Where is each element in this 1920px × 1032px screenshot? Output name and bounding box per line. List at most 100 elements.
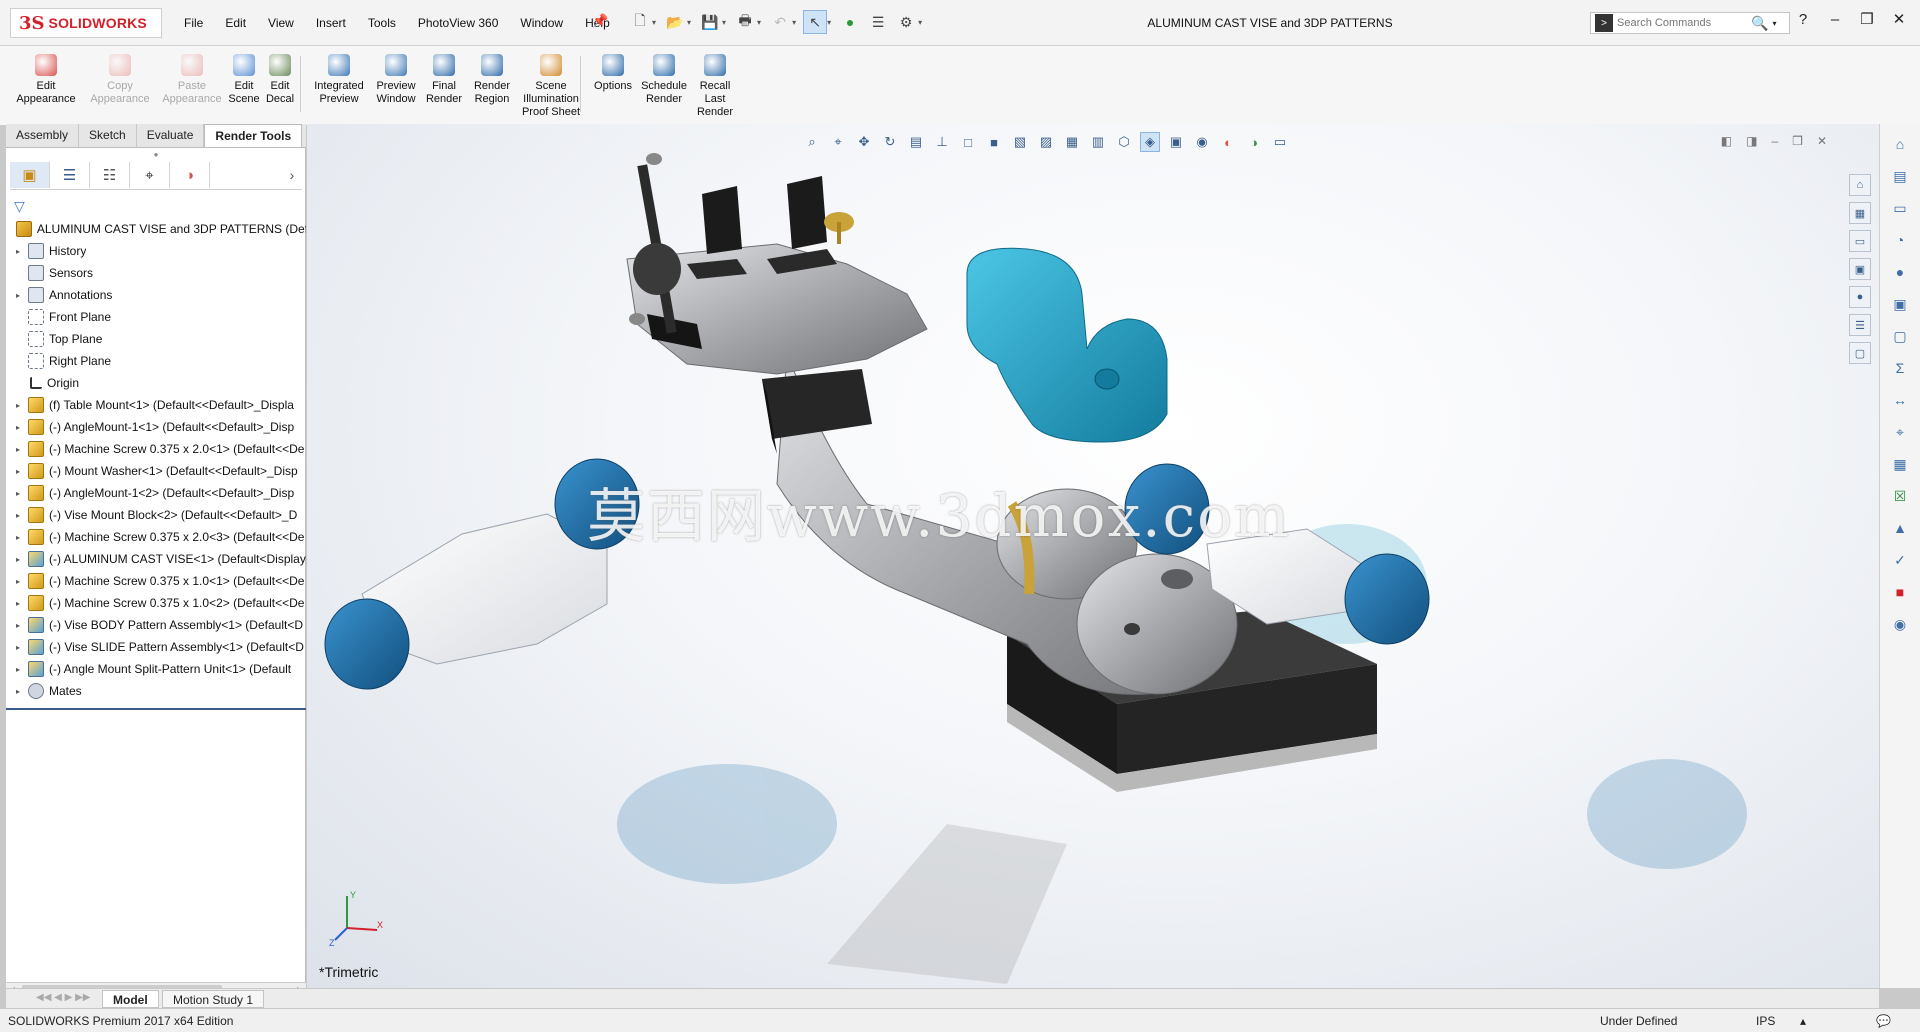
close-button[interactable]: ✕ [1888, 10, 1910, 28]
expand-arrow-icon[interactable]: ▸ [12, 511, 24, 520]
check-icon[interactable]: ✓ [1888, 548, 1912, 572]
design-library-icon[interactable]: ▤ [1888, 164, 1912, 188]
view-front-icon[interactable]: □ [958, 132, 978, 152]
forum-icon[interactable]: ▢ [1888, 324, 1912, 348]
expand-arrow-icon[interactable]: ▸ [12, 621, 24, 630]
configuration-manager-tab-icon[interactable]: ☷ [90, 162, 130, 188]
expand-arrow-icon[interactable]: ▸ [12, 643, 24, 652]
search-input[interactable] [1617, 17, 1747, 29]
viewport-close-icon[interactable]: ✕ [1817, 134, 1827, 148]
tree-item[interactable]: ▸ (-) AngleMount-1<1> (Default<<Default>_… [6, 416, 306, 438]
excel-icon[interactable]: ☒ [1888, 484, 1912, 508]
apply-scene-icon[interactable]: ◑ [1244, 132, 1264, 152]
help-icon[interactable]: ? [1792, 11, 1814, 28]
minimize-button[interactable]: – [1824, 11, 1846, 28]
chevron-right-icon[interactable]: › [282, 162, 302, 189]
rebuild-icon[interactable]: ● [838, 10, 862, 34]
options-dropdown-icon[interactable]: ▾ [918, 18, 922, 27]
expand-arrow-icon[interactable]: ▸ [12, 687, 24, 696]
new-document-icon[interactable]: 🗋 [628, 10, 652, 34]
hide-show-items-icon[interactable]: ◉ [1192, 132, 1212, 152]
view-isometric-icon[interactable]: ⬡ [1114, 132, 1134, 152]
chat-icon[interactable]: ▢ [1849, 342, 1871, 364]
view-palette-icon[interactable]: ◔ [1888, 228, 1912, 252]
home-view-icon[interactable]: ⌂ [1849, 174, 1871, 196]
menu-insert[interactable]: Insert [312, 14, 350, 32]
previous-view-icon[interactable]: ▤ [906, 132, 926, 152]
tree-item[interactable]: ▸ (-) Vise SLIDE Pattern Assembly<1> (Def… [6, 636, 306, 658]
save-dropdown-icon[interactable]: ▾ [722, 18, 726, 27]
search-icon[interactable]: 🔍 [1751, 15, 1768, 32]
undo-icon[interactable]: ↶ [768, 10, 792, 34]
tree-item[interactable]: ▸ History [6, 240, 306, 262]
restore-button[interactable]: ❒ [1856, 10, 1878, 28]
dimxpert-tab-icon[interactable]: ⌖ [130, 162, 170, 188]
help-circle-icon[interactable]: ◉ [1888, 612, 1912, 636]
tree-item[interactable]: ▸ Annotations [6, 284, 306, 306]
select-cursor-icon[interactable]: ↖ [803, 10, 828, 34]
viewport-minimize-icon[interactable]: – [1771, 134, 1778, 148]
tree-item[interactable]: ▸ (-) Machine Screw 0.375 x 1.0<1> (Defau… [6, 570, 306, 592]
split-left-icon[interactable]: ◧ [1721, 134, 1732, 148]
command-integrated-preview[interactable]: Integrated Preview [310, 54, 368, 106]
options-gear-icon[interactable]: ⚙ [894, 10, 918, 34]
open-folder-icon[interactable]: 📂 [663, 10, 687, 34]
file-explorer-icon[interactable]: ▭ [1888, 196, 1912, 220]
command-preview-window[interactable]: Preview Window [370, 54, 422, 106]
select-dropdown-icon[interactable]: ▾ [827, 18, 831, 27]
display-style-icon[interactable]: ▣ [1166, 132, 1186, 152]
view-right-icon[interactable]: ▨ [1036, 132, 1056, 152]
tree-item[interactable]: Top Plane [6, 328, 306, 350]
edit-appearance-icon[interactable]: ◐ [1218, 132, 1238, 152]
split-right-icon[interactable]: ◨ [1746, 134, 1757, 148]
tree-item[interactable]: ▸ (f) Table Mount<1> (Default<<Default>_D… [6, 394, 306, 416]
command-final-render[interactable]: Final Render [424, 54, 464, 106]
simulation-icon[interactable]: ▲ [1888, 516, 1912, 540]
feature-manager-tab-icon[interactable]: ▣ [10, 162, 50, 188]
menu-edit[interactable]: Edit [221, 14, 250, 32]
folder-view-icon[interactable]: ▭ [1849, 230, 1871, 252]
measure-icon[interactable]: ⌖ [1888, 420, 1912, 444]
expand-arrow-icon[interactable]: ▸ [12, 247, 24, 256]
expand-arrow-icon[interactable]: ▸ [12, 445, 24, 454]
rotate-view-icon[interactable]: ↻ [880, 132, 900, 152]
solidworks-resources-icon[interactable]: ⌂ [1888, 132, 1912, 156]
tree-item[interactable]: ▸ (-) Machine Screw 0.375 x 1.0<2> (Defau… [6, 592, 306, 614]
image-icon[interactable]: ▣ [1849, 258, 1871, 280]
view-left-icon[interactable]: ▧ [1010, 132, 1030, 152]
flow-icon[interactable]: ↔ [1888, 388, 1912, 412]
properties-list-icon[interactable]: ☰ [1849, 314, 1871, 336]
menu-tools[interactable]: Tools [364, 14, 400, 32]
command-edit-scene[interactable]: Edit Scene [226, 54, 262, 106]
unit-system[interactable]: IPS [1756, 1014, 1775, 1028]
menu-photoview[interactable]: PhotoView 360 [414, 14, 503, 32]
tree-item[interactable]: Front Plane [6, 306, 306, 328]
expand-arrow-icon[interactable]: ▸ [12, 665, 24, 674]
command-schedule-render[interactable]: Schedule Render [638, 54, 690, 106]
solidworks-logo[interactable]: 3S SOLIDWORKS [10, 8, 162, 38]
sum-icon[interactable]: Σ [1888, 356, 1912, 380]
menu-window[interactable]: Window [516, 14, 567, 32]
library-icon[interactable]: ▦ [1888, 452, 1912, 476]
expand-arrow-icon[interactable]: ▸ [12, 467, 24, 476]
print-icon[interactable]: 🖶 [733, 10, 757, 34]
custom-properties-icon[interactable]: ▣ [1888, 292, 1912, 316]
search-dropdown-icon[interactable]: ▾ [1772, 19, 1776, 28]
view-back-icon[interactable]: ■ [984, 132, 1004, 152]
command-paste-appearance[interactable]: Paste Appearance [158, 54, 226, 106]
pin-icon[interactable]: 📌 [592, 13, 608, 29]
tree-item[interactable]: ▸ (-) ALUMINUM CAST VISE<1> (Default<Disp… [6, 548, 306, 570]
tree-item[interactable]: ▸ (-) Angle Mount Split-Pattern Unit<1> (… [6, 658, 306, 680]
expand-arrow-icon[interactable]: ▸ [12, 533, 24, 542]
tab-motion-study[interactable]: Motion Study 1 [162, 990, 265, 1008]
command-copy-appearance[interactable]: Copy Appearance [86, 54, 154, 106]
tree-item[interactable]: Sensors [6, 262, 306, 284]
display-manager-tab-icon[interactable]: ◑ [170, 162, 210, 188]
expand-arrow-icon[interactable]: ▸ [12, 555, 24, 564]
menu-view[interactable]: View [264, 14, 298, 32]
tree-item[interactable]: ▸ (-) Vise Mount Block<2> (Default<<Defau… [6, 504, 306, 526]
expand-arrow-icon[interactable]: ▸ [12, 291, 24, 300]
command-options[interactable]: Options [590, 54, 636, 93]
tree-root[interactable]: ALUMINUM CAST VISE and 3DP PATTERNS (Def… [6, 218, 306, 240]
open-dropdown-icon[interactable]: ▾ [687, 18, 691, 27]
